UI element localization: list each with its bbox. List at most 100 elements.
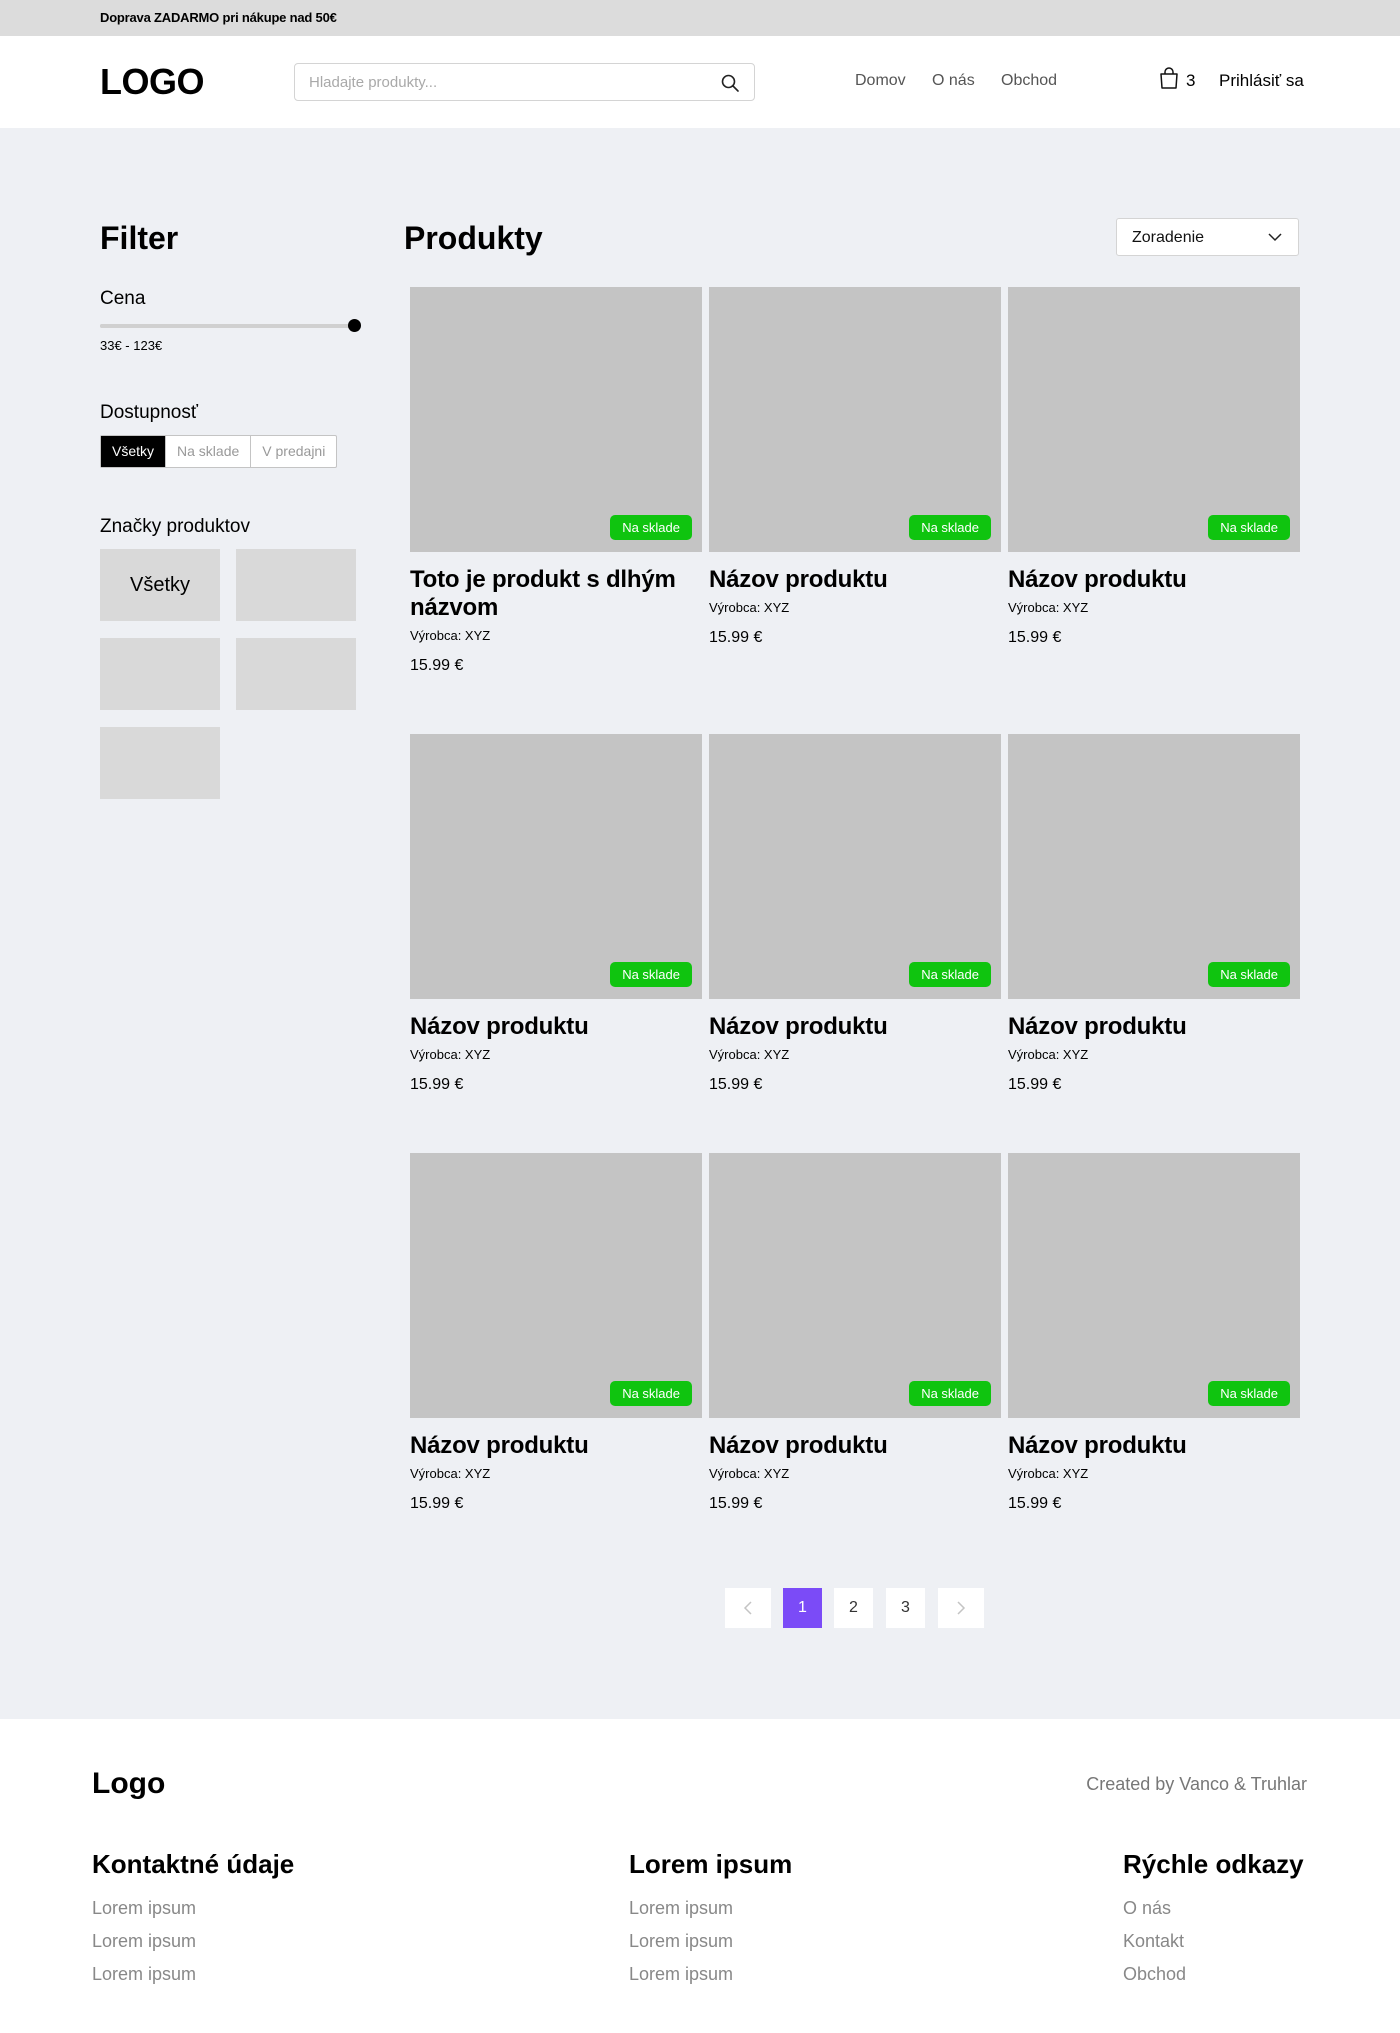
- product-name[interactable]: Názov produktu: [1008, 566, 1300, 594]
- footer-link-about[interactable]: O nás: [1123, 1892, 1304, 1925]
- product-name[interactable]: Názov produktu: [410, 1432, 702, 1460]
- promo-text: Doprava ZADARMO pri nákupe nad 50€: [100, 10, 337, 25]
- product-image[interactable]: Na sklade: [410, 287, 702, 552]
- footer-link[interactable]: Lorem ipsum: [629, 1892, 792, 1925]
- site-footer: Logo Created by Vanco & Truhlar Kontaktn…: [0, 1719, 1400, 2033]
- footer-column-lorem: Lorem ipsum Lorem ipsum Lorem ipsum Lore…: [629, 1849, 792, 1991]
- product-price: 15.99 €: [410, 1495, 464, 1512]
- nav-home[interactable]: Domov: [855, 72, 906, 90]
- footer-logo[interactable]: Logo: [92, 1767, 165, 1801]
- pagination-prev[interactable]: [725, 1588, 771, 1628]
- search-input[interactable]: [309, 72, 709, 92]
- footer-link[interactable]: Lorem ipsum: [629, 1958, 792, 1991]
- sort-label: Zoradenie: [1132, 229, 1205, 246]
- product-image[interactable]: Na sklade: [410, 734, 702, 999]
- search-icon[interactable]: [720, 73, 740, 93]
- product-price: 15.99 €: [709, 1495, 763, 1512]
- stock-badge: Na sklade: [610, 1381, 692, 1406]
- product-name[interactable]: Názov produktu: [410, 1013, 702, 1041]
- price-range: 33€ - 123€: [100, 338, 163, 353]
- nav-about[interactable]: O nás: [932, 72, 975, 90]
- footer-column-title: Kontaktné údaje: [92, 1849, 295, 1879]
- product-name[interactable]: Názov produktu: [1008, 1013, 1300, 1041]
- stock-badge: Na sklade: [1208, 962, 1290, 987]
- nav-shop[interactable]: Obchod: [1001, 72, 1057, 90]
- chevron-down-icon: [1268, 233, 1282, 242]
- product-maker: Výrobca: XYZ: [709, 1466, 790, 1481]
- price-slider-handle[interactable]: [348, 319, 361, 332]
- stock-badge: Na sklade: [1208, 515, 1290, 540]
- product-maker: Výrobca: XYZ: [1008, 1047, 1089, 1062]
- availability-in-store[interactable]: V predajni: [251, 436, 336, 467]
- product-maker: Výrobca: XYZ: [1008, 600, 1089, 615]
- chevron-left-icon: [743, 1601, 752, 1615]
- stock-badge: Na sklade: [610, 962, 692, 987]
- product-name[interactable]: Názov produktu: [1008, 1432, 1300, 1460]
- footer-link[interactable]: Lorem ipsum: [92, 1925, 294, 1958]
- footer-column-contact: Kontaktné údaje Lorem ipsum Lorem ipsum …: [92, 1849, 294, 1991]
- footer-link[interactable]: Lorem ipsum: [92, 1892, 294, 1925]
- chevron-right-icon: [957, 1601, 966, 1615]
- pagination-page[interactable]: 1: [783, 1588, 822, 1628]
- product-image[interactable]: Na sklade: [1008, 734, 1300, 999]
- stock-badge: Na sklade: [909, 962, 991, 987]
- product-price: 15.99 €: [410, 657, 464, 674]
- site-header: LOGO Domov O nás Obchod 3 Prihlásiť sa: [0, 36, 1400, 128]
- logo[interactable]: LOGO: [100, 61, 205, 103]
- availability-toggle: Všetky Na sklade V predajni: [100, 435, 338, 468]
- product-name[interactable]: Názov produktu: [709, 1432, 1001, 1460]
- product-price: 15.99 €: [410, 1076, 464, 1093]
- footer-column-quick-links: Rýchle odkazy O nás Kontakt Obchod: [1123, 1849, 1304, 1991]
- stock-badge: Na sklade: [610, 515, 692, 540]
- product-price: 15.99 €: [1008, 629, 1062, 646]
- product-image[interactable]: Na sklade: [709, 1153, 1001, 1418]
- brand-tile[interactable]: [236, 638, 356, 710]
- footer-link[interactable]: Lorem ipsum: [92, 1958, 294, 1991]
- footer-link-shop[interactable]: Obchod: [1123, 1958, 1304, 1991]
- price-label: Cena: [100, 288, 146, 309]
- stock-badge: Na sklade: [1208, 1381, 1290, 1406]
- product-image[interactable]: Na sklade: [709, 287, 1001, 552]
- pagination-next[interactable]: [938, 1588, 984, 1628]
- footer-link[interactable]: Lorem ipsum: [629, 1925, 792, 1958]
- brand-all[interactable]: Všetky: [100, 549, 220, 621]
- product-image[interactable]: Na sklade: [410, 1153, 702, 1418]
- products-title: Produkty: [404, 220, 543, 256]
- product-maker: Výrobca: XYZ: [709, 1047, 790, 1062]
- price-slider[interactable]: [100, 319, 361, 332]
- product-price: 15.99 €: [709, 1076, 763, 1093]
- stock-badge: Na sklade: [909, 1381, 991, 1406]
- search-box: [294, 63, 755, 101]
- availability-all[interactable]: Všetky: [101, 436, 167, 467]
- brand-tile[interactable]: [100, 727, 220, 799]
- pagination-page[interactable]: 3: [886, 1588, 925, 1628]
- availability-label: Dostupnosť: [100, 402, 198, 423]
- product-price: 15.99 €: [709, 629, 763, 646]
- product-image[interactable]: Na sklade: [1008, 287, 1300, 552]
- brand-tile[interactable]: [236, 549, 356, 621]
- stock-badge: Na sklade: [909, 515, 991, 540]
- product-maker: Výrobca: XYZ: [410, 1466, 491, 1481]
- sort-dropdown[interactable]: Zoradenie: [1116, 218, 1299, 256]
- product-image[interactable]: Na sklade: [1008, 1153, 1300, 1418]
- price-slider-fill: [100, 324, 354, 328]
- pagination-page[interactable]: 2: [834, 1588, 873, 1628]
- login-link[interactable]: Prihlásiť sa: [1219, 71, 1304, 91]
- availability-in-stock[interactable]: Na sklade: [166, 436, 252, 467]
- brand-tile[interactable]: [100, 638, 220, 710]
- product-price: 15.99 €: [1008, 1076, 1062, 1093]
- product-name[interactable]: Toto je produkt s dlhým názvom: [410, 566, 702, 622]
- product-maker: Výrobca: XYZ: [1008, 1466, 1089, 1481]
- cart-count: 3: [1186, 71, 1196, 90]
- product-name[interactable]: Názov produktu: [709, 566, 1001, 594]
- cart-button[interactable]: 3: [1158, 66, 1198, 92]
- product-image[interactable]: Na sklade: [709, 734, 1001, 999]
- main-content: Filter Cena 33€ - 123€ Dostupnosť Všetky…: [0, 128, 1400, 1719]
- filter-title: Filter: [100, 220, 179, 256]
- promo-bar: Doprava ZADARMO pri nákupe nad 50€: [0, 0, 1400, 36]
- footer-column-title: Rýchle odkazy: [1123, 1849, 1304, 1879]
- product-maker: Výrobca: XYZ: [410, 1047, 491, 1062]
- footer-link-contact[interactable]: Kontakt: [1123, 1925, 1304, 1958]
- product-name[interactable]: Názov produktu: [709, 1013, 1001, 1041]
- brands-label: Značky produktov: [100, 516, 250, 537]
